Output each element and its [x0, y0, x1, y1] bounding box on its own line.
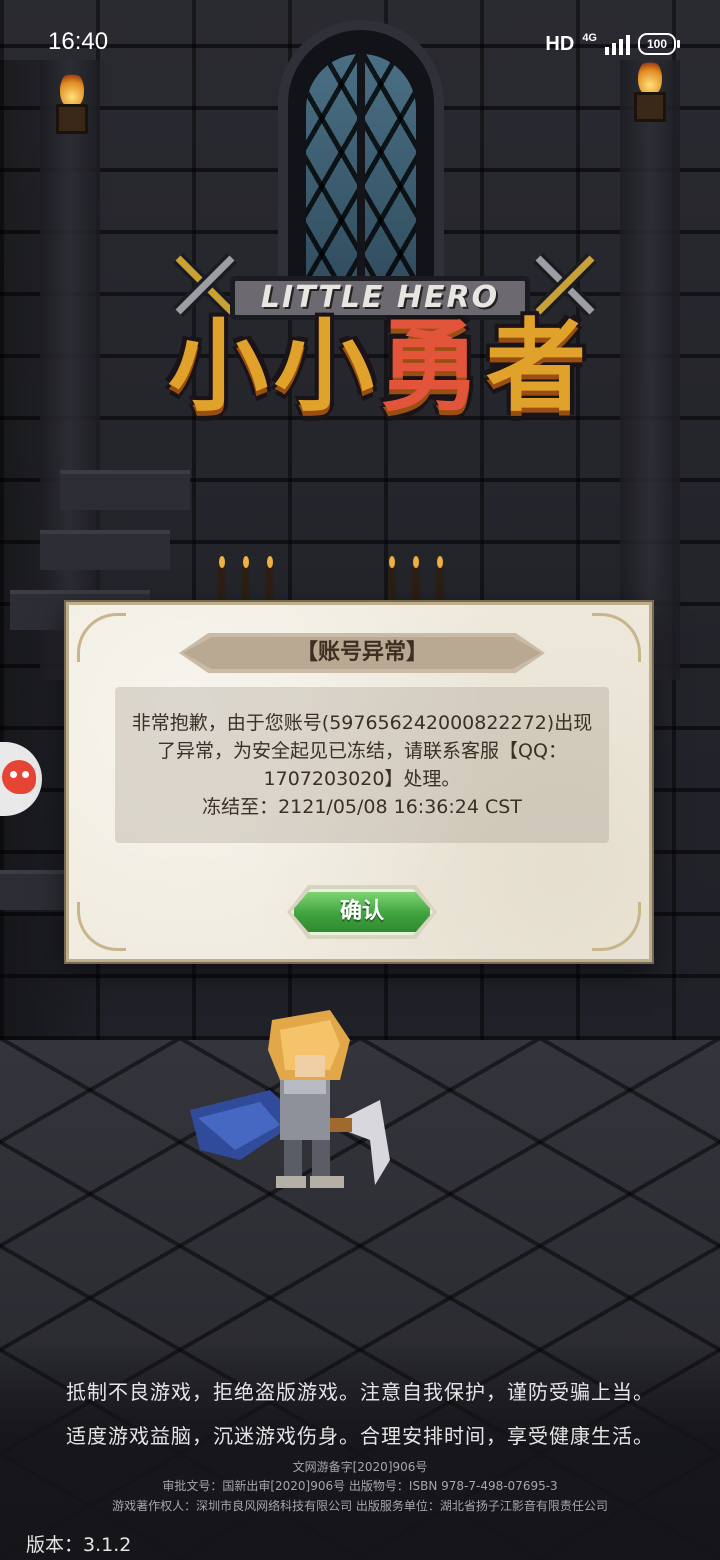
game-logo: LITTLE HERO 小小勇者 [120, 240, 640, 440]
health-notice-line1: 抵制不良游戏，拒绝盗版游戏。注意自我保护，谨防受骗上当。 [66, 1380, 654, 1404]
legal-line1: 文网游备字[2020]906号 [292, 1460, 428, 1474]
signal-icon [605, 33, 630, 55]
dialog-message-panel: 非常抱歉，由于您账号(597656242000822272)出现了异常，为安全起… [115, 687, 609, 843]
ornament-corner [592, 613, 641, 662]
freeze-until: 冻结至：2121/05/08 16:36:24 CST [202, 796, 522, 818]
health-notice-line2: 适度游戏益脑，沉迷游戏伤身。合理安排时间，享受健康生活。 [66, 1424, 654, 1448]
dialog-message: 非常抱歉，由于您账号(597656242000822272)出现了异常，为安全起… [115, 709, 609, 821]
legal-line3: 游戏著作权人：深圳市良风网络科技有限公司 出版服务单位：湖北省扬子江影音有限责任… [112, 1499, 608, 1513]
hero-character [180, 1010, 400, 1210]
dialog-title-banner: 【账号异常】 [179, 633, 545, 673]
legal-line2: 审批文号：国新出审[2020]906号 出版物号：ISBN 978-7-498-… [162, 1479, 558, 1493]
status-bar: 16:40 HD 4G 100 [0, 0, 720, 88]
account-error-dialog: 【账号异常】 非常抱歉，由于您账号(597656242000822272)出现了… [66, 602, 652, 962]
ornament-corner [77, 902, 126, 951]
clock: 16:40 [48, 28, 109, 55]
status-icons: HD 4G 100 [545, 28, 680, 60]
version-label: 版本：3.1.2 [26, 1534, 132, 1556]
network-type: 4G [582, 32, 597, 44]
confirm-button[interactable]: 确认 [291, 889, 433, 935]
footer-shade [0, 1340, 720, 1560]
ornament-corner [77, 613, 126, 662]
battery-icon: 100 [638, 33, 680, 55]
logo-title: 小小勇者 [168, 308, 592, 425]
error-message: 非常抱歉，由于您账号(597656242000822272)出现了异常，为安全起… [131, 712, 593, 790]
hd-icon: HD [545, 32, 575, 55]
candelabra-right-icon [384, 552, 464, 602]
ornament-corner [592, 902, 641, 951]
dialog-title: 【账号异常】 [295, 640, 428, 665]
